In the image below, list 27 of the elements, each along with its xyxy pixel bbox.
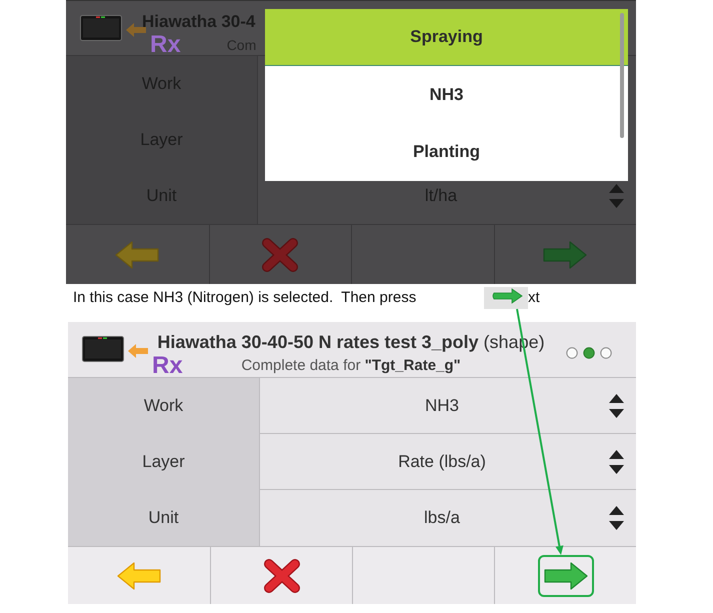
close-icon [261, 236, 300, 272]
scrollbar-thumb[interactable] [620, 13, 624, 138]
next-button[interactable] [494, 546, 636, 604]
up-down-arrows-icon [609, 184, 624, 208]
left-arrow-icon [117, 562, 161, 590]
caption-text-fragment: xt [528, 288, 540, 308]
up-down-arrows-icon [609, 450, 624, 474]
logo-text: Rx [152, 355, 183, 377]
right-arrow-icon [543, 240, 588, 268]
next-button[interactable] [494, 224, 636, 284]
screen-subtitle: Complete data for "Tgt_Rate_g" [241, 356, 461, 376]
right-arrow-icon [544, 562, 588, 590]
caption-text: In this case NH3 (Nitrogen) is selected. Then press [73, 288, 418, 308]
field-label: Layer [68, 434, 260, 490]
left-arrow-icon [115, 240, 160, 268]
display-icon [82, 336, 124, 362]
up-down-arrows-icon [609, 394, 624, 418]
field-label: Unit [68, 490, 260, 546]
logo-text: Rx [150, 34, 181, 56]
display-icon [80, 15, 122, 41]
left-arrow-icon [128, 344, 148, 358]
up-down-arrows-icon [609, 506, 624, 530]
blank-toolbar-button[interactable] [351, 224, 494, 284]
field-label: Work [68, 378, 260, 434]
dropdown-option[interactable]: Spraying [265, 9, 628, 66]
close-icon [262, 558, 300, 594]
cancel-button[interactable] [210, 546, 352, 604]
